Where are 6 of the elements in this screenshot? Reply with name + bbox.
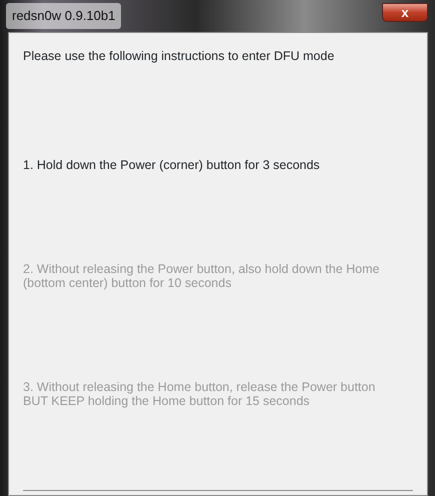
close-button[interactable]: x — [382, 3, 428, 22]
instruction-step: 2. Without releasing the Power button, also hold down the Home (bottom center) button for 10 seconds — [23, 262, 403, 290]
instruction-step: 1. Hold down the Power (corner) button for 3 seconds — [23, 158, 403, 172]
instruction-step: 3. Without releasing the Home button, release the Power button BUT KEEP holding the Home button for 15 seconds — [23, 380, 403, 408]
window-title: redsn0w 0.9.10b1 — [6, 3, 122, 29]
instruction-heading: Please use the following instructions to enter DFU mode — [23, 48, 336, 65]
